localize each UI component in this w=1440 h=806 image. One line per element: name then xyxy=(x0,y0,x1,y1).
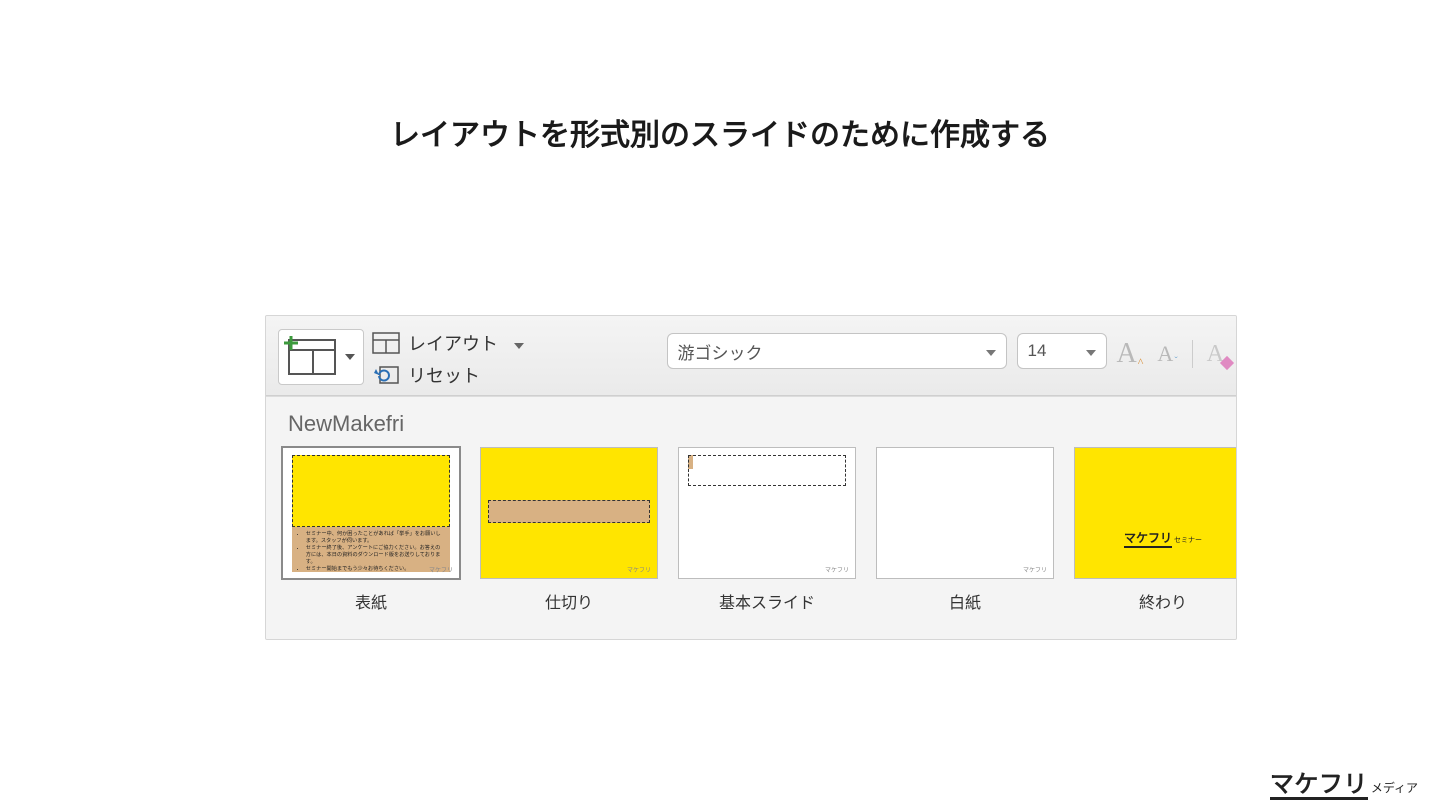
ribbon-layout-group: レイアウト リセット xyxy=(372,326,524,388)
layout-label: レイアウト xyxy=(408,330,498,356)
logo-tiny-icon: マケフリ xyxy=(627,565,651,574)
page-title: レイアウトを形式別のスライドのために作成する xyxy=(0,110,1440,154)
new-slide-icon xyxy=(283,336,339,378)
layout-thumbnails: セミナー中、何か困ったことがあれば「挙手」をお願いします。スタッフが伺います。 … xyxy=(266,447,1236,639)
watermark-sub: メディア xyxy=(1371,779,1418,796)
layout-label: 仕切り xyxy=(545,589,593,613)
powerpoint-ribbon-screenshot: レイアウト リセット 游ゴシック xyxy=(265,315,1237,640)
end-logo-sub: セミナー xyxy=(1174,537,1202,544)
font-controls: 游ゴシック 14 A^ Aˇ A xyxy=(667,326,1224,370)
font-size-select[interactable]: 14 xyxy=(1017,333,1107,369)
font-size-buttons: A^ Aˇ A xyxy=(1117,332,1224,370)
font-size-value: 14 xyxy=(1028,341,1047,361)
reset-icon xyxy=(372,364,400,386)
watermark-logo: マケフリ メディア xyxy=(1270,771,1418,800)
theme-name: NewMakefri xyxy=(266,397,1236,447)
chevron-down-icon xyxy=(1086,341,1096,361)
logo-tiny-icon: マケフリ xyxy=(825,565,849,574)
layout-label: 基本スライド xyxy=(719,589,815,613)
layout-picker-panel: NewMakefri セミナー中、何か困ったことがあれば「挙手」をお願いします。… xyxy=(266,396,1236,639)
layout-button[interactable]: レイアウト xyxy=(372,330,524,356)
reset-button[interactable]: リセット xyxy=(372,362,524,388)
clear-formatting-button[interactable]: A xyxy=(1207,341,1224,368)
font-family-value: 游ゴシック xyxy=(678,339,763,364)
ribbon: レイアウト リセット 游ゴシック xyxy=(266,316,1236,396)
layout-option-cover[interactable]: セミナー中、何か困ったことがあれば「挙手」をお願いします。スタッフが伺います。 … xyxy=(282,447,460,613)
logo-tiny-icon: マケフリ xyxy=(429,565,453,574)
layout-icon xyxy=(372,332,400,354)
font-family-select[interactable]: 游ゴシック xyxy=(667,333,1007,369)
chevron-down-icon xyxy=(986,341,996,361)
chevron-down-icon xyxy=(514,333,524,354)
layout-label: 表紙 xyxy=(355,589,387,613)
increase-font-button[interactable]: A^ xyxy=(1117,338,1144,370)
layout-option-divider[interactable]: マケフリ 仕切り xyxy=(480,447,658,613)
new-slide-dropdown-caret[interactable] xyxy=(341,354,359,360)
reset-label: リセット xyxy=(408,362,480,388)
layout-option-blank[interactable]: マケフリ 白紙 xyxy=(876,447,1054,613)
logo-tiny-icon: マケフリ xyxy=(1023,565,1047,574)
layout-option-end[interactable]: マケフリセミナー 終わり xyxy=(1074,447,1237,613)
layout-label: 終わり xyxy=(1139,589,1187,613)
watermark-main: マケフリ xyxy=(1270,773,1368,800)
new-slide-button[interactable] xyxy=(278,329,364,385)
divider xyxy=(1192,340,1193,368)
layout-label: 白紙 xyxy=(949,589,981,613)
decrease-font-button[interactable]: Aˇ xyxy=(1157,341,1177,367)
end-logo-main: マケフリ xyxy=(1124,529,1172,548)
layout-option-basic[interactable]: マケフリ 基本スライド xyxy=(678,447,856,613)
